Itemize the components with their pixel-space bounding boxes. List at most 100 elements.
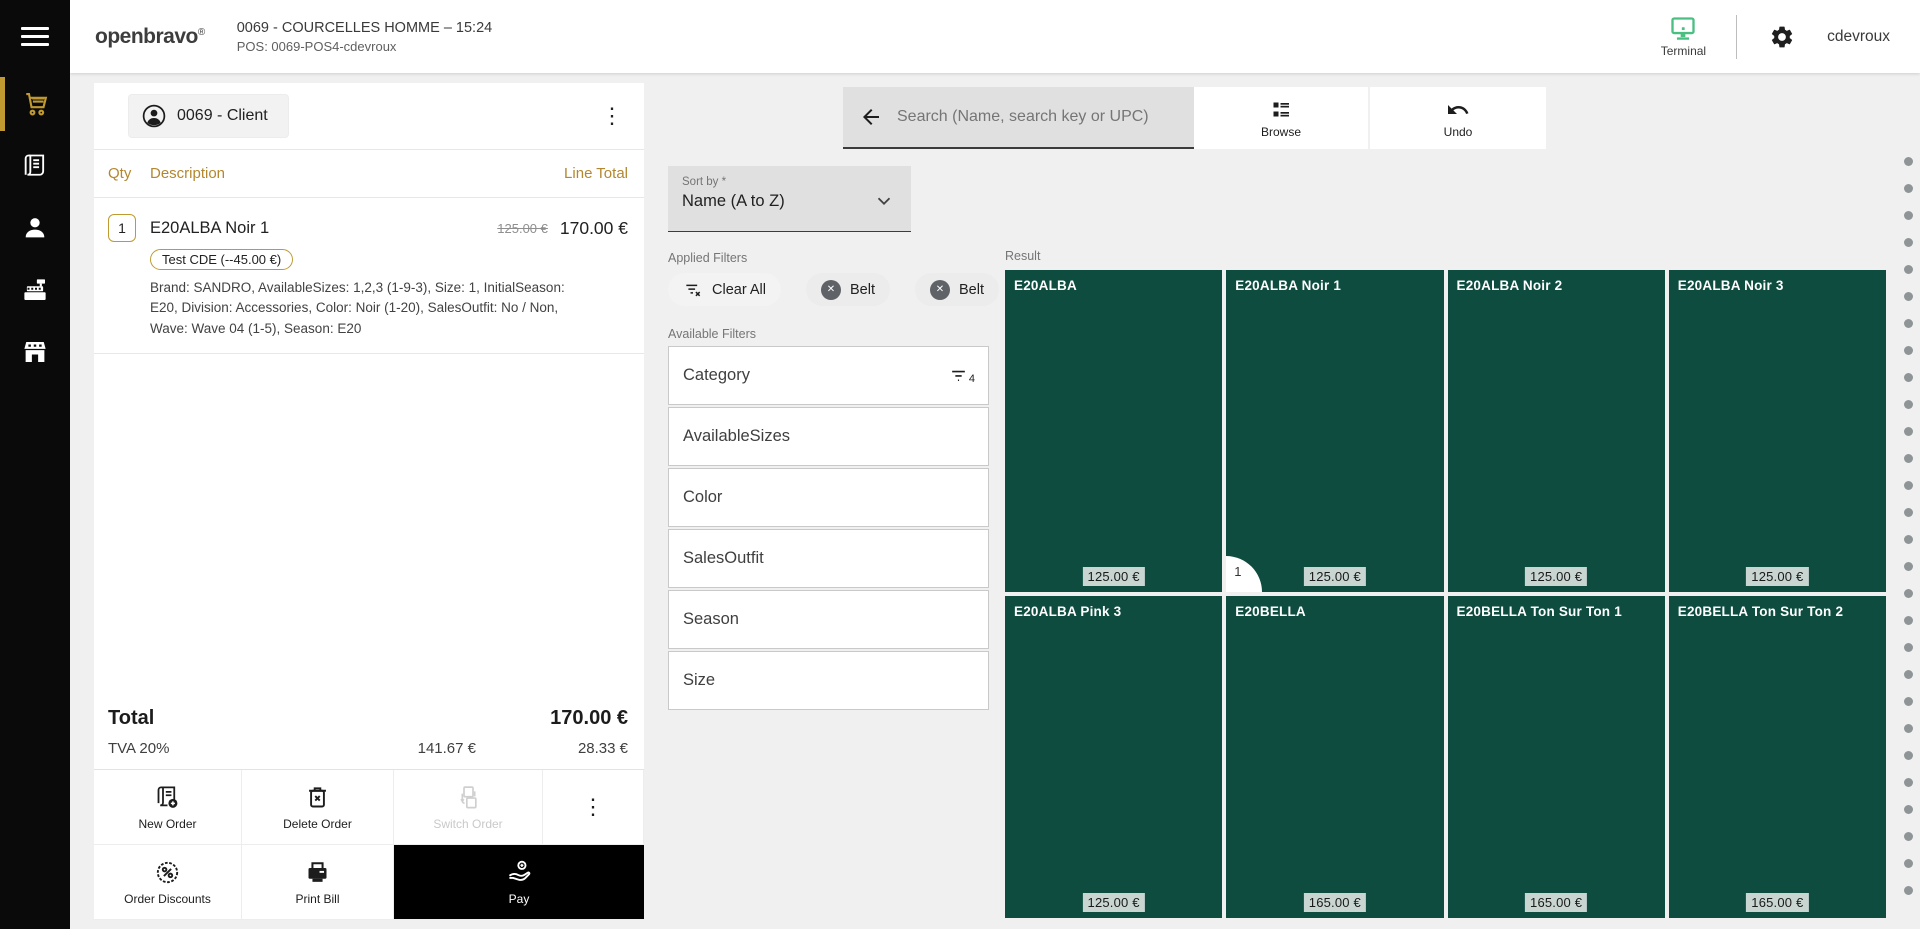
client-row: 0069 - Client ⋮: [94, 83, 644, 150]
product-name: E20ALBA: [1014, 278, 1077, 293]
openbravo-logo: openbravo®: [95, 25, 205, 49]
available-filters-list: Category 4 AvailableSizes Color SalesOut…: [668, 346, 989, 712]
delete-order-icon: [304, 784, 331, 811]
product-name: E20BELLA: [1235, 604, 1306, 619]
product-tile[interactable]: E20ALBA Noir 2 125.00 €: [1448, 270, 1665, 592]
product-search-bar: [843, 87, 1194, 149]
filter-row-season[interactable]: Season: [668, 590, 989, 649]
order-discounts-button[interactable]: Order Discounts: [94, 845, 242, 920]
sort-by-label: Sort by *: [682, 176, 897, 188]
filter-chip-belt-1[interactable]: ✕ Belt: [806, 273, 890, 306]
order-menu-kebab-icon[interactable]: ⋮: [598, 105, 626, 127]
grid-scrollbar-dots[interactable]: [1904, 157, 1913, 895]
undo-button[interactable]: Undo: [1369, 87, 1546, 149]
more-actions-kebab-icon[interactable]: ⋮: [543, 770, 644, 845]
filter-row-color[interactable]: Color: [668, 468, 989, 527]
filter-row-label: Size: [683, 671, 715, 690]
remove-filter-icon[interactable]: ✕: [930, 280, 950, 300]
settings-gear-icon[interactable]: [1767, 22, 1797, 52]
filter-row-size[interactable]: Size: [668, 651, 989, 710]
product-tile[interactable]: E20ALBA Pink 3 125.00 €: [1005, 596, 1222, 918]
in-cart-quantity-badge: 1: [1226, 556, 1262, 592]
discount-tag: Test CDE (--45.00 €): [150, 249, 293, 270]
cart-icon: [20, 89, 50, 119]
store-title: 0069 - COURCELLES HOMME – 15:24: [237, 20, 492, 36]
product-tile[interactable]: E20ALBA 125.00 €: [1005, 270, 1222, 592]
clear-all-filters-button[interactable]: Clear All: [668, 273, 781, 306]
filter-row-label: AvailableSizes: [683, 427, 790, 446]
filter-row-availablesizes[interactable]: AvailableSizes: [668, 407, 989, 466]
order-totals: Total 170.00 € TVA 20% 141.67 € 28.33 €: [94, 707, 644, 769]
pay-button[interactable]: Pay: [394, 845, 644, 920]
line-total-column-header: Line Total: [564, 165, 628, 182]
sidebar-item-cash-register[interactable]: [0, 259, 70, 321]
switch-order-button[interactable]: Switch Order: [394, 770, 543, 845]
switch-order-label: Switch Order: [433, 817, 502, 831]
search-input[interactable]: [897, 108, 1184, 126]
undo-label: Undo: [1444, 125, 1473, 139]
order-line[interactable]: 1 E20ALBA Noir 1 125.00 € 170.00 € Test …: [94, 198, 644, 354]
description-column-header: Description: [150, 165, 564, 182]
product-tile[interactable]: E20BELLA Ton Sur Ton 1 165.00 €: [1448, 596, 1665, 918]
product-name: E20ALBA Noir 3: [1678, 278, 1784, 293]
product-price: 125.00 €: [1304, 567, 1366, 586]
client-button-label: 0069 - Client: [177, 107, 268, 125]
print-bill-button[interactable]: Print Bill: [242, 845, 394, 920]
filter-chip-belt-2[interactable]: ✕ Belt: [915, 273, 999, 306]
sidebar-item-receipts[interactable]: [0, 135, 70, 197]
product-tile[interactable]: E20ALBA Noir 1 1 125.00 €: [1226, 270, 1443, 592]
sidebar-item-customers[interactable]: [0, 197, 70, 259]
product-price: 125.00 €: [1083, 893, 1145, 912]
filter-chip-label: Belt: [850, 282, 875, 298]
store-icon: [20, 337, 50, 367]
browse-list-icon: [1269, 98, 1293, 122]
remove-filter-icon[interactable]: ✕: [821, 280, 841, 300]
terminal-status-button[interactable]: Terminal: [1661, 16, 1706, 58]
product-price: 165.00 €: [1304, 893, 1366, 912]
product-tile[interactable]: E20BELLA 165.00 €: [1226, 596, 1443, 918]
browse-button[interactable]: Browse: [1194, 87, 1368, 149]
new-order-icon: [154, 784, 181, 811]
filter-clear-icon: [683, 280, 703, 300]
product-name: E20BELLA Ton Sur Ton 1: [1457, 604, 1622, 619]
sidebar-item-sales[interactable]: [0, 73, 70, 135]
current-user[interactable]: cdevroux: [1827, 28, 1890, 46]
line-original-price: 125.00 €: [497, 221, 548, 236]
filter-applied-count-icon: 4: [949, 366, 975, 385]
sidebar-item-store[interactable]: [0, 321, 70, 383]
pay-label: Pay: [509, 892, 530, 906]
back-arrow-icon[interactable]: [859, 105, 883, 129]
product-price: 165.00 €: [1525, 893, 1587, 912]
line-qty: 1: [108, 214, 136, 242]
print-bill-label: Print Bill: [295, 892, 339, 906]
product-name: E20ALBA Noir 2: [1457, 278, 1563, 293]
line-attributes: Brand: SANDRO, AvailableSizes: 1,2,3 (1-…: [150, 278, 628, 339]
order-table-header: Qty Description Line Total: [94, 150, 644, 198]
tax-label: TVA 20%: [108, 740, 169, 757]
sort-by-select[interactable]: Sort by * Name (A to Z): [668, 166, 911, 232]
delete-order-button[interactable]: Delete Order: [242, 770, 394, 845]
filter-row-label: Category: [683, 366, 750, 385]
delete-order-label: Delete Order: [283, 817, 352, 831]
applied-filters-chips: Clear All ✕ Belt ✕ Belt: [668, 273, 999, 306]
print-bill-icon: [304, 859, 331, 886]
filter-row-salesoutfit[interactable]: SalesOutfit: [668, 529, 989, 588]
sort-by-value: Name (A to Z): [682, 192, 897, 211]
top-bar: openbravo® 0069 - COURCELLES HOMME – 15:…: [70, 0, 1920, 73]
order-discounts-label: Order Discounts: [124, 892, 211, 906]
terminal-monitor-icon: [1669, 16, 1697, 42]
cash-register-icon: [20, 275, 50, 305]
total-label: Total: [108, 707, 154, 730]
new-order-button[interactable]: New Order: [94, 770, 242, 845]
result-title: Result: [1005, 249, 1040, 263]
product-tile[interactable]: E20BELLA Ton Sur Ton 2 165.00 €: [1669, 596, 1886, 918]
client-button[interactable]: 0069 - Client: [128, 94, 289, 138]
order-discounts-icon: [154, 859, 181, 886]
product-tile[interactable]: E20ALBA Noir 3 125.00 €: [1669, 270, 1886, 592]
main-content: 0069 - Client ⋮ Qty Description Line Tot…: [70, 73, 1920, 929]
filter-row-label: Color: [683, 488, 722, 507]
filter-row-category[interactable]: Category 4: [668, 346, 989, 405]
clear-all-label: Clear All: [712, 282, 766, 298]
hamburger-menu-icon[interactable]: [0, 0, 70, 73]
product-name: E20ALBA Pink 3: [1014, 604, 1121, 619]
